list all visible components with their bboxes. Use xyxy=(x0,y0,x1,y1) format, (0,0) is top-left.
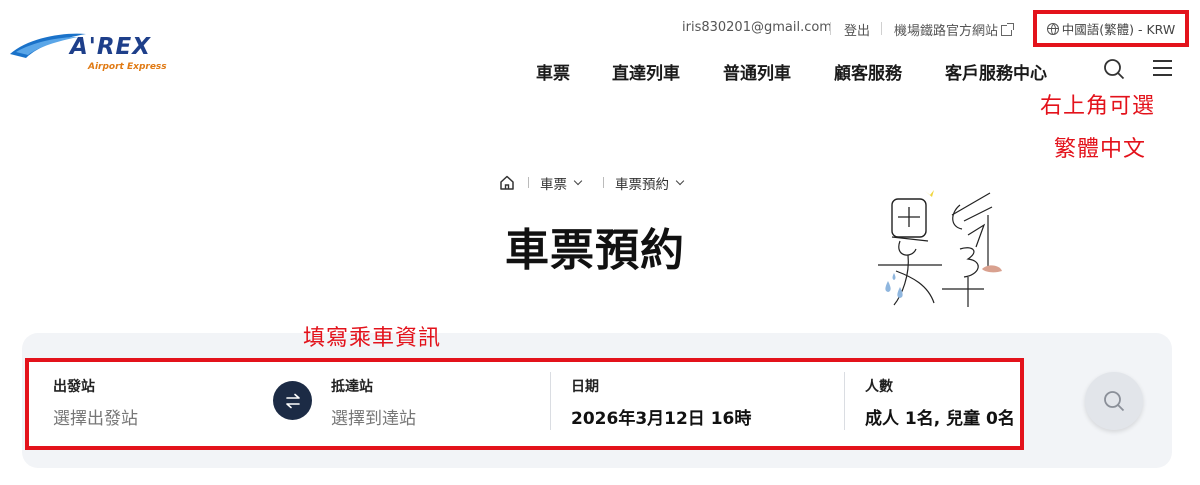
divider xyxy=(830,22,831,35)
passengers-label: 人數 xyxy=(865,379,893,395)
arex-logo[interactable]: A'REX Airport Express xyxy=(8,28,168,76)
date-label: 日期 xyxy=(571,379,599,395)
logout-link[interactable]: 登出 xyxy=(844,20,870,39)
breadcrumb-label: 車票預約 xyxy=(615,177,669,193)
search-icon xyxy=(1104,391,1125,412)
breadcrumb-label: 車票 xyxy=(540,177,567,193)
nav-item-service-center[interactable]: 客戶服務中心 xyxy=(945,59,1047,84)
divider xyxy=(881,22,882,35)
official-site-label: 機場鐵路官方網站 xyxy=(894,24,999,39)
hamburger-menu-icon[interactable] xyxy=(1153,60,1175,80)
swap-stations-button[interactable] xyxy=(273,381,312,420)
logo-wordmark: A'REX xyxy=(70,34,151,60)
nav-item-all-stop-train[interactable]: 普通列車 xyxy=(723,59,791,84)
arrival-label: 抵達站 xyxy=(331,379,373,395)
globe-icon xyxy=(1046,22,1059,35)
logo-subtitle: Airport Express xyxy=(88,62,167,72)
breadcrumb-divider xyxy=(528,177,529,188)
official-site-link[interactable]: 機場鐵路官方網站 xyxy=(894,20,1015,39)
swap-arrows-icon xyxy=(285,393,300,408)
language-label: 中國語(繁體) - KRW xyxy=(1061,22,1176,37)
nav-item-customer-service[interactable]: 顧客服務 xyxy=(834,59,902,84)
external-link-icon xyxy=(1001,23,1015,36)
breadcrumb-divider xyxy=(603,177,604,188)
field-divider xyxy=(550,372,551,430)
search-trains-button[interactable] xyxy=(1085,372,1143,430)
annotation-top-right-1: 右上角可選 xyxy=(1040,94,1156,119)
home-icon[interactable] xyxy=(499,175,515,190)
language-selector[interactable]: 中國語(繁體) - KRW xyxy=(1033,10,1189,47)
breadcrumb-tickets[interactable]: 車票 xyxy=(540,174,583,193)
departure-station-select[interactable]: 選擇出發站 xyxy=(53,404,138,429)
chevron-down-icon xyxy=(675,176,685,186)
nav-item-express-train[interactable]: 直達列車 xyxy=(612,59,680,84)
field-divider xyxy=(844,372,845,430)
user-email: iris830201@gmail.com xyxy=(682,20,832,35)
annotation-top-right-2: 繁體中文 xyxy=(1054,137,1147,162)
date-picker[interactable]: 2026年3月12日 16時 xyxy=(571,404,751,429)
departure-label: 出發站 xyxy=(53,379,95,395)
doodle-illustration xyxy=(878,190,1002,307)
passenger-count-select[interactable]: 成人 1名, 兒童 0名 xyxy=(865,404,1015,429)
page-title: 車票預約 xyxy=(505,225,685,276)
arrival-station-select[interactable]: 選擇到達站 xyxy=(331,404,416,429)
search-icon[interactable] xyxy=(1103,58,1125,80)
chevron-down-icon xyxy=(573,176,583,186)
nav-item-tickets[interactable]: 車票 xyxy=(536,59,570,84)
breadcrumb-reservation[interactable]: 車票預約 xyxy=(615,174,685,193)
annotation-form-note: 填寫乘車資訊 xyxy=(303,326,442,351)
